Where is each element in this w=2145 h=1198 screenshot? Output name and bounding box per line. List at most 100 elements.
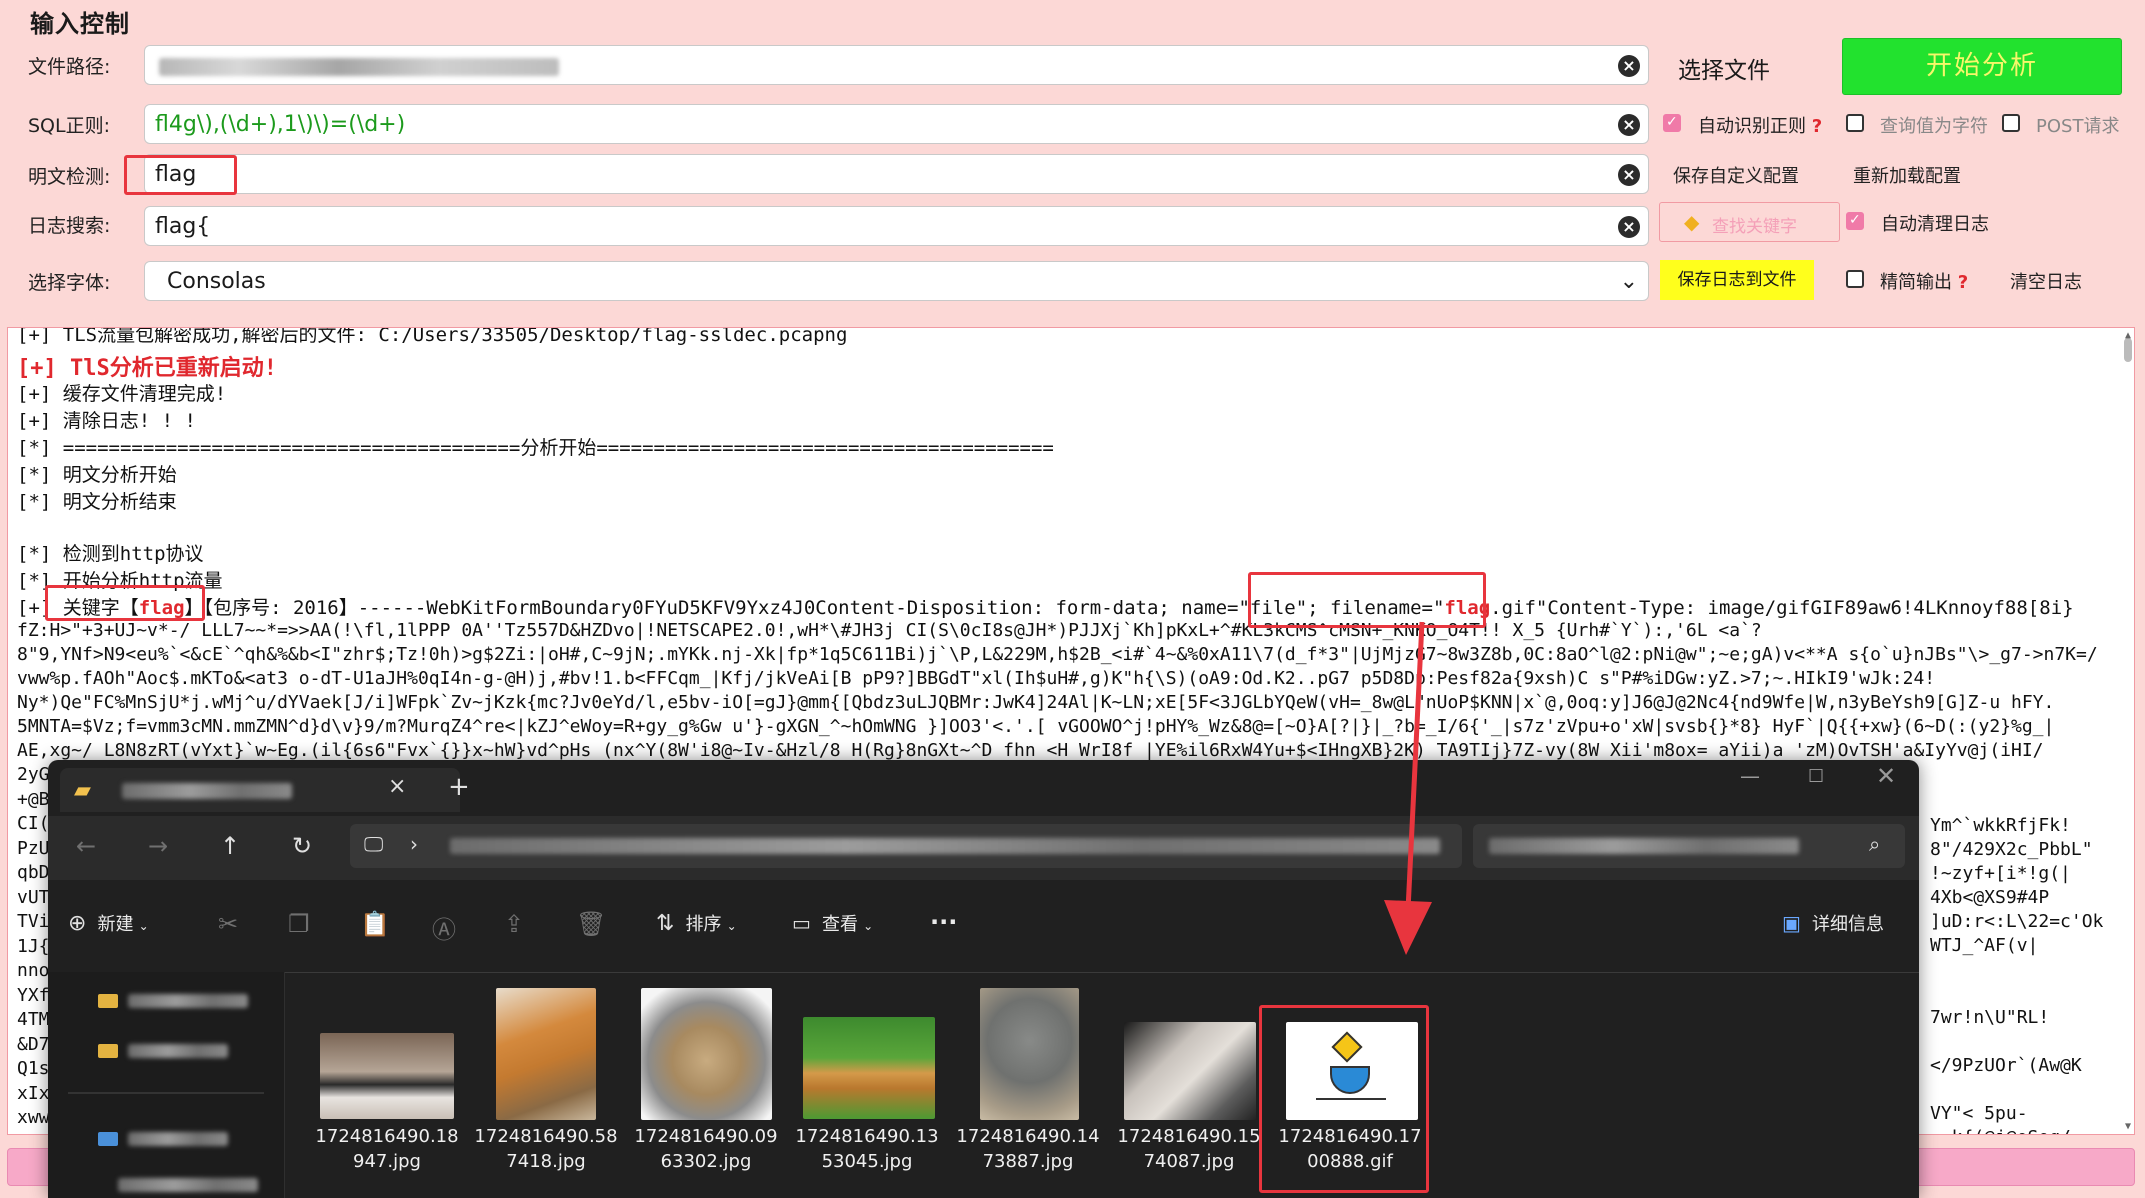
file-path-input[interactable]: ×: [144, 45, 1649, 85]
choose-file-button[interactable]: 选择文件: [1678, 51, 1770, 85]
auto-regex-help-icon: ?: [1811, 116, 1823, 137]
drive-icon: [98, 1132, 118, 1146]
log-fragment: </9PzUOr`(Aw@K: [1930, 1055, 2082, 1076]
plaintext-clear-icon[interactable]: ×: [1618, 164, 1640, 186]
query-as-char-checkbox[interactable]: [1846, 114, 1864, 132]
diamond-icon: ◆: [1684, 210, 1700, 234]
log-fragment: VY"< 5pu-: [1930, 1103, 2028, 1124]
copy-icon[interactable]: ❐: [288, 910, 310, 938]
file-thumbnail-cats[interactable]: [1124, 1022, 1256, 1120]
sort-button[interactable]: ⇅ 排序 ⌄: [656, 910, 737, 936]
file-name[interactable]: 1724816490.18 947.jpg: [302, 1124, 472, 1174]
file-name[interactable]: 1724816490.15 74087.jpg: [1104, 1124, 1274, 1174]
rename-icon[interactable]: Ⓐ: [432, 910, 456, 945]
nav-item-blurred[interactable]: [128, 1044, 228, 1058]
view-button[interactable]: ▭ 查看 ⌄: [792, 910, 873, 936]
up-icon[interactable]: ↑: [220, 832, 240, 860]
plaintext-input[interactable]: flag ×: [144, 154, 1649, 194]
reload-config-button[interactable]: 重新加载配置: [1853, 162, 1961, 188]
simple-output-checkbox[interactable]: [1846, 270, 1864, 288]
file-name[interactable]: 1724816490.14 73887.jpg: [943, 1124, 1113, 1174]
close-window-icon[interactable]: ✕: [1876, 762, 1896, 790]
log-fragment: 1"-: [17, 1132, 50, 1135]
paste-icon[interactable]: 📋: [360, 910, 390, 938]
log-line: 5MNTA=$Vz;f=vmm3cMN.mmZMN^d}d\v}9/m?Murq…: [17, 716, 2055, 737]
log-search-input[interactable]: flag{ ×: [144, 206, 1649, 246]
log-fragment: &D7: [17, 1033, 50, 1055]
log-fragment: YXf: [17, 984, 50, 1006]
navigation-pane[interactable]: [48, 972, 285, 1198]
log-fragment: WTJ_^AF(v|: [1930, 935, 2039, 956]
auto-clear-log-checkbox[interactable]: [1846, 212, 1864, 230]
log-search-value: flag{: [155, 214, 211, 239]
new-tab-icon[interactable]: +: [448, 772, 470, 802]
chevron-down-icon: ⌄: [138, 919, 149, 933]
log-fragment: !~zyf+[i*!g(|: [1930, 863, 2071, 884]
clear-log-button[interactable]: 清空日志: [2010, 268, 2082, 294]
log-fragment: qbD: [17, 862, 50, 883]
find-keyword-label: 查找关键字: [1712, 217, 1797, 237]
scroll-up-icon[interactable]: ▲: [2125, 330, 2131, 341]
font-select[interactable]: Consolas ⌄: [144, 261, 1649, 301]
file-path-label: 文件路径:: [28, 56, 111, 78]
log-fragment: 2yG: [17, 764, 50, 785]
sql-regex-input[interactable]: fl4g\),(\d+),1\)\)=(\d+) ×: [144, 104, 1649, 144]
plaintext-highlight-box: [124, 155, 237, 195]
delete-icon[interactable]: 🗑: [576, 910, 606, 938]
auto-regex-checkbox[interactable]: [1663, 114, 1681, 132]
auto-regex-label: 自动识别正则 ?: [1698, 116, 1823, 137]
log-fragment: 4TM: [17, 1009, 50, 1030]
file-name[interactable]: 1724816490.58 7418.jpg: [461, 1124, 631, 1174]
nav-item-blurred[interactable]: [128, 1132, 228, 1146]
maximize-icon[interactable]: ☐: [1808, 766, 1824, 787]
plus-circle-icon: ⊕: [68, 911, 87, 936]
chevron-down-icon: ⌄: [863, 919, 874, 933]
log-scrollbar-thumb[interactable]: [2124, 338, 2132, 362]
address-bar[interactable]: 🖵 ›: [350, 824, 1462, 868]
file-thumbnail-dog[interactable]: [641, 988, 772, 1120]
explorer-toolbar: ⊕ 新建 ⌄ ✂ ❐ 📋 Ⓐ ⇪ 🗑 ⇅ 排序 ⌄ ▭ 查看 ⌄ ··· ▣ 详…: [48, 880, 1919, 973]
find-keyword-button[interactable]: ◆ 查找关键字: [1659, 202, 1840, 242]
share-icon[interactable]: ⇪: [504, 910, 524, 938]
start-analysis-button[interactable]: 开始分析: [1842, 38, 2122, 95]
nav-divider: [68, 1092, 264, 1094]
file-path-clear-icon[interactable]: ×: [1618, 55, 1640, 77]
file-thumbnail-cat[interactable]: [320, 1033, 454, 1119]
file-path-blurred-value: [159, 58, 559, 76]
file-thumbnail-cat[interactable]: [980, 988, 1079, 1120]
log-line: [+] 缓存文件清理完成!: [17, 383, 227, 405]
nav-item-blurred[interactable]: [128, 994, 248, 1008]
details-button-label: 详细信息: [1812, 914, 1884, 935]
new-button-label: 新建: [97, 914, 134, 935]
refresh-icon[interactable]: ↻: [292, 832, 312, 860]
post-request-checkbox[interactable]: [2002, 114, 2020, 132]
save-config-button[interactable]: 保存自定义配置: [1673, 162, 1799, 188]
file-thumbnail-dog[interactable]: [803, 1017, 935, 1119]
explorer-nav-bar: ← → ↑ ↻ 🖵 › ⌕: [48, 816, 1919, 880]
chevron-down-icon: ⌄: [1619, 269, 1638, 294]
search-box[interactable]: ⌕: [1473, 824, 1905, 868]
save-log-button[interactable]: 保存日志到文件: [1660, 260, 1814, 300]
log-fragment: CI(: [17, 813, 50, 834]
plaintext-label: 明文检测:: [28, 166, 111, 188]
file-name[interactable]: 1724816490.13 53045.jpg: [782, 1124, 952, 1174]
file-thumbnail-cat[interactable]: [496, 988, 596, 1120]
nav-item-blurred[interactable]: [118, 1178, 258, 1192]
forward-icon[interactable]: →: [148, 832, 168, 860]
this-pc-icon: 🖵: [364, 832, 384, 856]
file-explorer-window[interactable]: ▰ × + — ☐ ✕ ← → ↑ ↻ 🖵 › ⌕ ⊕ 新建 ⌄ ✂ ❐ 📋 Ⓐ…: [48, 760, 1919, 1198]
back-icon[interactable]: ←: [76, 832, 96, 860]
close-tab-icon[interactable]: ×: [388, 774, 406, 799]
log-fragment: Q1s: [17, 1058, 50, 1079]
log-search-clear-icon[interactable]: ×: [1618, 216, 1640, 238]
file-name[interactable]: 1724816490.09 63302.jpg: [621, 1124, 791, 1174]
scroll-down-icon[interactable]: ▼: [2125, 1121, 2131, 1132]
explorer-tab[interactable]: ▰ ×: [60, 768, 460, 812]
log-fragment: xIx: [17, 1082, 50, 1104]
cut-icon[interactable]: ✂: [218, 910, 238, 938]
details-button[interactable]: ▣ 详细信息: [1782, 910, 1884, 936]
minimize-icon[interactable]: —: [1740, 764, 1760, 788]
more-options-icon[interactable]: ···: [930, 908, 957, 936]
new-button[interactable]: ⊕ 新建 ⌄: [68, 910, 149, 936]
sql-regex-clear-icon[interactable]: ×: [1618, 114, 1640, 136]
